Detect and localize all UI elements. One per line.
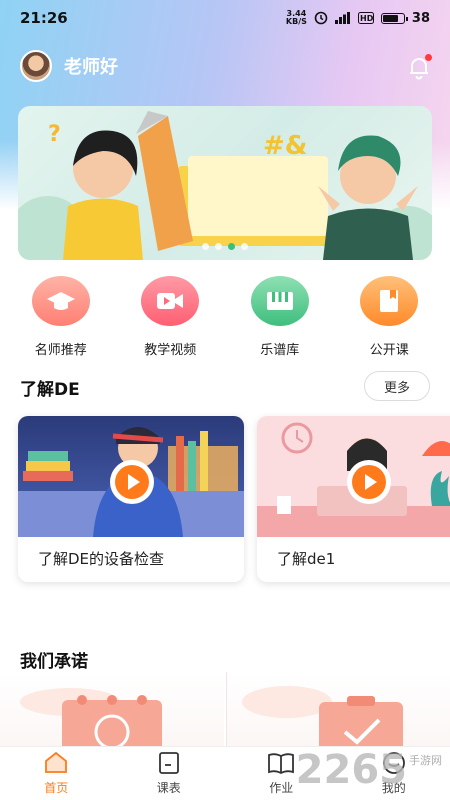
greeting-text: 老师好 [64, 57, 118, 78]
svg-text:#&: #& [263, 131, 307, 161]
watermark: 2265 手游网 [296, 750, 442, 790]
tab-schedule[interactable]: 课表 [129, 751, 209, 796]
carousel-dot[interactable] [241, 243, 248, 250]
tab-label: 首页 [44, 781, 69, 795]
status-icons: 3.44 KB/S HD 38 [286, 10, 430, 26]
course-card-title: 了解de1 [277, 550, 336, 568]
avatar[interactable] [20, 50, 52, 82]
watermark-text: 手游网 [409, 754, 442, 767]
quick-nav-famous-teachers[interactable]: 名师推荐 [11, 276, 111, 358]
quick-nav-teaching-videos[interactable]: 教学视频 [120, 276, 220, 358]
network-speed: 3.44 KB/S [285, 9, 307, 26]
schedule-icon [158, 752, 179, 774]
svg-text:?: ? [48, 122, 61, 147]
banner-illustration: #& ? [18, 111, 432, 260]
quick-nav-sheet-music[interactable]: 乐谱库 [230, 276, 330, 358]
quick-nav-label: 教学视频 [144, 343, 197, 358]
greeting-row: 老师好 [20, 50, 118, 82]
homework-book-icon [268, 753, 295, 775]
play-icon[interactable] [347, 460, 391, 504]
carousel-dot[interactable] [202, 243, 209, 250]
status-bar: 21:26 3.44 KB/S HD 38 [0, 0, 450, 36]
course-card-title: 了解DE的设备检查 [38, 550, 165, 568]
book-icon [360, 276, 419, 326]
play-icon[interactable] [110, 460, 154, 504]
video-icon [141, 276, 200, 326]
graduation-cap-icon [31, 276, 90, 326]
carousel-dot[interactable] [215, 243, 222, 250]
status-time: 21:26 [20, 9, 68, 27]
quick-nav-open-class[interactable]: 公开课 [339, 276, 439, 358]
carousel-dot-active[interactable] [228, 243, 235, 250]
quick-nav-label: 乐谱库 [260, 343, 300, 358]
banner-carousel[interactable]: #& ? [18, 106, 432, 260]
battery-icon [380, 12, 408, 24]
more-button[interactable]: 更多 [364, 371, 430, 401]
alarm-icon [314, 11, 328, 25]
notification-button[interactable] [406, 54, 432, 80]
course-card[interactable]: 了解de1 [257, 416, 450, 582]
tab-label: 作业 [269, 781, 294, 795]
quick-nav: 名师推荐 教学视频 乐谱库 公开课 [0, 276, 450, 358]
course-thumbnail [257, 416, 450, 537]
signal-icon [334, 12, 350, 24]
piano-icon [250, 276, 309, 326]
battery-level: 38 [411, 10, 430, 26]
home-icon [45, 751, 68, 773]
carousel-indicator [18, 243, 432, 250]
tab-home[interactable]: 首页 [16, 751, 96, 796]
tab-label: 课表 [156, 781, 181, 795]
learn-section-title: 了解DE [20, 380, 80, 400]
quick-nav-label: 公开课 [369, 343, 409, 358]
promise-section-title: 我们承诺 [20, 652, 88, 672]
watermark-number: 2265 [295, 747, 407, 793]
course-card[interactable]: 了解DE的设备检查 [18, 416, 244, 582]
svg-text:HD: HD [360, 14, 374, 23]
quick-nav-label: 名师推荐 [34, 343, 87, 358]
course-thumbnail [18, 416, 244, 537]
notification-badge [425, 54, 432, 61]
hd-icon: HD [357, 12, 374, 24]
